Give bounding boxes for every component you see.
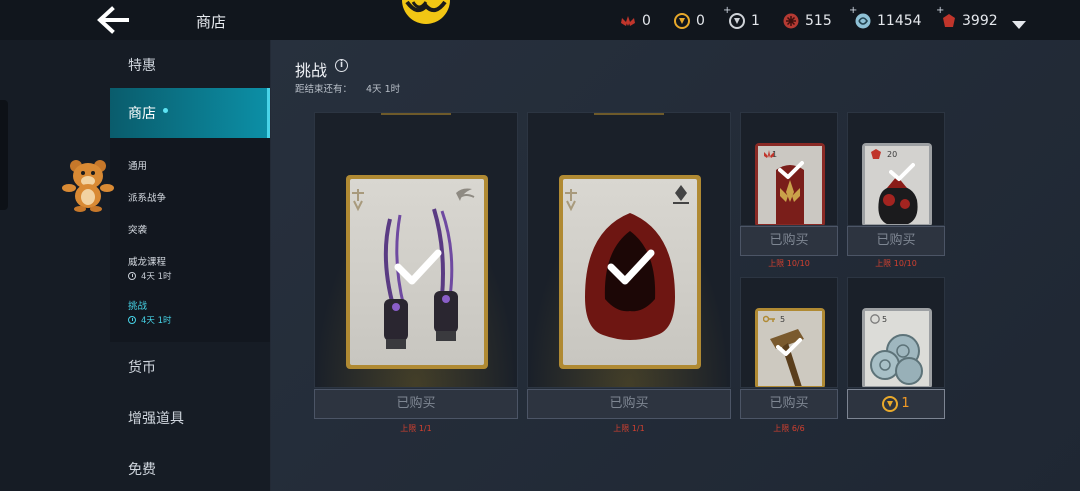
item-frame: 5 (755, 308, 825, 387)
sidebar-item-boosts[interactable]: 增强道具 (110, 393, 270, 443)
lotus-icon (621, 16, 635, 26)
section-title: 挑战 (295, 61, 328, 80)
shop-sub-menu: 通用 派系战争 突袭 威龙课程 4天 1时 挑战 4天 1时 (110, 138, 270, 342)
lotus-icon (764, 150, 774, 158)
shop-item-red-hood[interactable] (527, 112, 731, 388)
purchase-limit: 上限 1/1 (613, 424, 645, 433)
shop-item-hammer[interactable]: 5 (740, 277, 838, 388)
bear-mascot-avatar (60, 156, 116, 212)
purchased-button: 已购买 (740, 226, 838, 256)
purchased-button: 已购买 (314, 389, 518, 419)
sub-item-raid[interactable]: 突袭 (128, 222, 147, 236)
purchased-button: 已购买 (847, 226, 945, 256)
currency-gold-emblem: 0 (674, 11, 705, 31)
sidebar-item-shop[interactable]: 商店 (110, 88, 270, 138)
item-frame: 20 (862, 143, 932, 225)
purchased-check-icon (776, 338, 802, 356)
sub-item-dragon-course[interactable]: 威龙课程 (128, 254, 166, 268)
key-icon (763, 315, 775, 323)
info-icon[interactable]: i (335, 59, 348, 72)
top-bar: 商店 0 0 + 1 515 + 11454 + 3992 (0, 0, 1080, 40)
sub-item-faction-war[interactable]: 派系战争 (128, 190, 166, 204)
sidebar-item-currency[interactable]: 货币 (110, 342, 270, 392)
gold-emblem-icon (674, 13, 690, 29)
page-title: 商店 (196, 13, 227, 31)
currency-red-orb: 515 (783, 11, 832, 31)
plus-icon: + (936, 5, 945, 16)
purchased-check-icon (778, 161, 804, 179)
purchase-limit: 上限 1/1 (400, 424, 432, 433)
guild-emblem-icon (399, 0, 453, 26)
silver-emblem-icon (729, 13, 745, 29)
shop-main-panel: 挑战 i 距结束还有： 4天 1时 已购买 上限 1/1 已购买 上限 1/1 … (271, 40, 1080, 491)
red-orb-icon (783, 13, 799, 29)
active-indicator-dot (163, 107, 168, 113)
sidebar-item-special-offer[interactable]: 特惠 (110, 40, 270, 90)
purchased-check-icon (394, 249, 442, 285)
plus-icon: + (849, 5, 858, 16)
clock-icon (128, 316, 136, 324)
item-frame: 1 (755, 143, 825, 225)
dragon-course-timer: 4天 1时 (128, 270, 172, 282)
purchased-check-icon (607, 249, 655, 285)
swirl-icon (855, 13, 871, 29)
sub-item-challenge[interactable]: 挑战 (128, 298, 147, 312)
clock-icon (128, 272, 136, 280)
currency-red-gem[interactable]: + 3992 (936, 5, 998, 31)
purchased-check-icon (889, 163, 915, 181)
back-arrow-icon[interactable] (96, 6, 132, 34)
currency-silver-emblem[interactable]: + 1 (723, 5, 760, 31)
sub-item-general[interactable]: 通用 (128, 158, 147, 172)
sidebar-item-free[interactable]: 免费 (110, 444, 270, 491)
item-frame: 5 (862, 308, 932, 387)
item-frame (559, 175, 701, 369)
red-gem-icon (871, 149, 881, 159)
shop-item-claws[interactable] (314, 112, 518, 388)
purchased-button: 已购买 (527, 389, 731, 419)
shop-item-lotus-banner[interactable]: 1 (740, 112, 838, 226)
purchase-limit: 上限 6/6 (773, 424, 805, 433)
gold-emblem-icon (882, 396, 899, 412)
chevron-down-icon[interactable] (1012, 15, 1026, 34)
purchased-button: 已购买 (740, 389, 838, 419)
event-countdown: 距结束还有： 4天 1时 (295, 84, 401, 95)
item-frame (346, 175, 488, 369)
currency-swirl[interactable]: + 11454 (849, 5, 922, 31)
side-panel-handle (0, 100, 8, 210)
plus-icon: + (723, 5, 732, 16)
purchase-limit: 上限 10/10 (768, 259, 810, 268)
challenge-timer: 4天 1时 (128, 314, 172, 326)
shop-item-red-sack[interactable]: 20 (847, 112, 945, 226)
shop-item-silver-coins[interactable]: 5 (847, 277, 945, 388)
currency-lotus: 0 (620, 11, 651, 31)
sidebar: 特惠 商店 通用 派系战争 突袭 威龙课程 4天 1时 挑战 4天 1时 货币 … (0, 40, 270, 491)
buy-button[interactable]: 1 (847, 389, 945, 419)
purchase-limit: 上限 10/10 (875, 259, 917, 268)
silver-emblem-icon (870, 314, 880, 324)
